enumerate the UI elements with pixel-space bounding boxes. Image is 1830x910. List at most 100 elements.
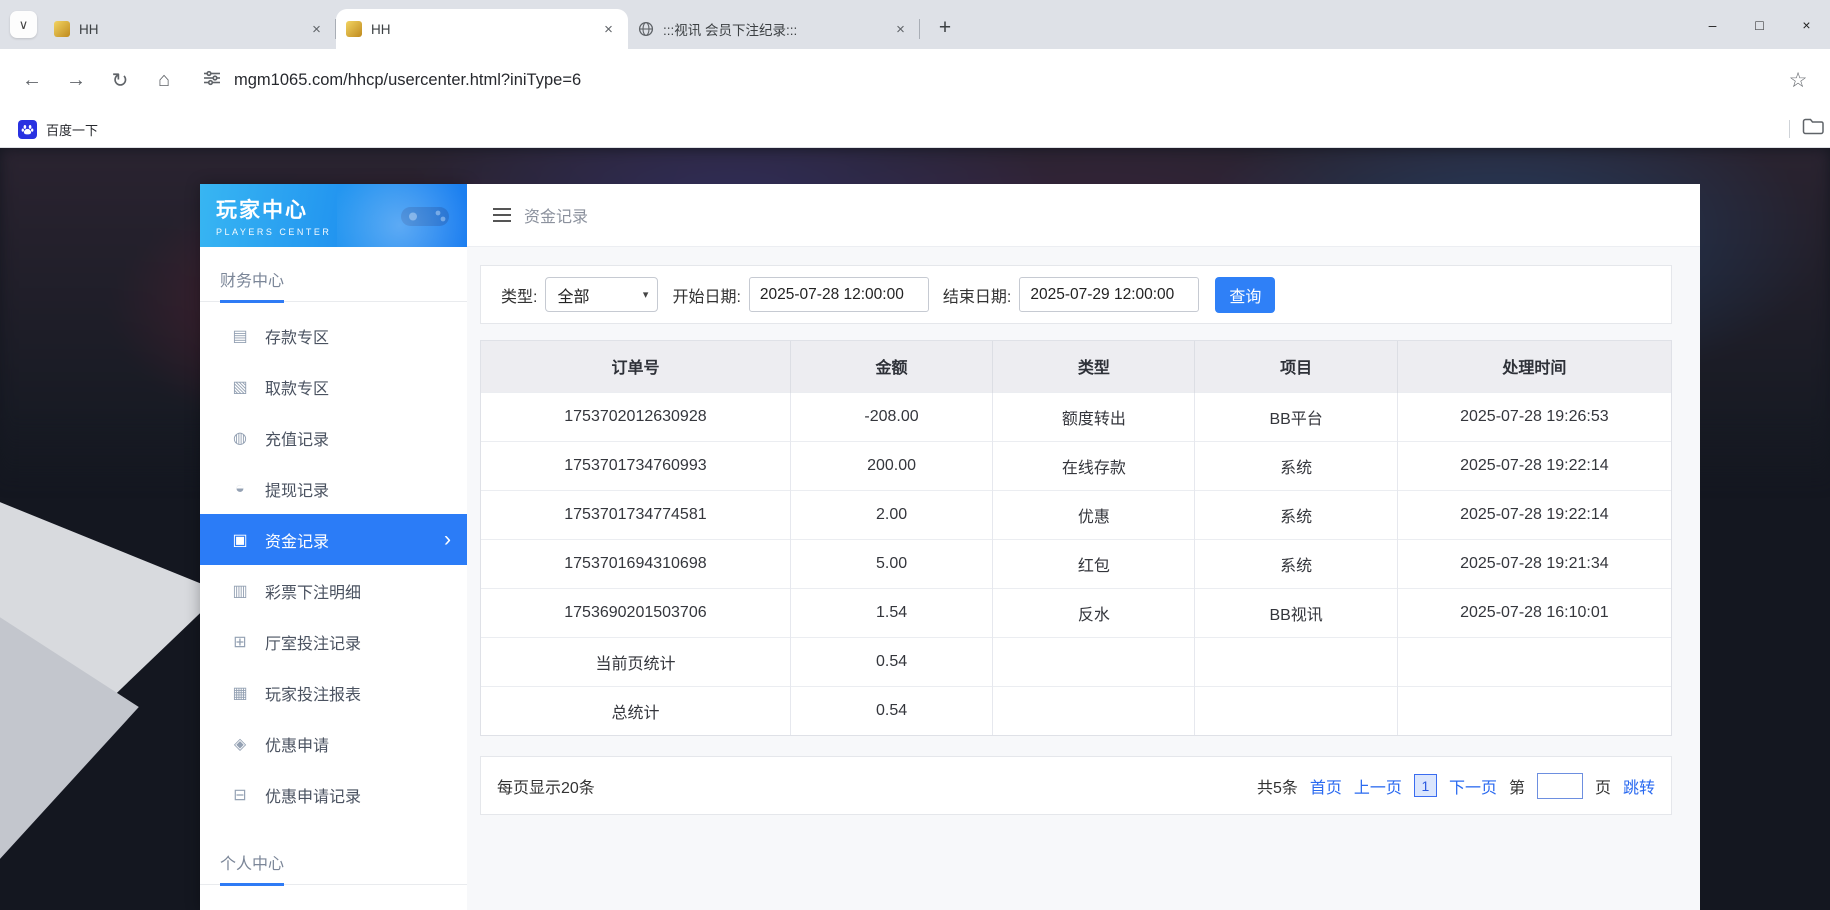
tab-hh-2-active[interactable]: HH × [336, 9, 628, 49]
sidebar-item-deposit-zone[interactable]: ▤ 存款专区 [200, 310, 467, 361]
bookmarks-right [1789, 118, 1824, 140]
cell-time: 2025-07-28 19:21:34 [1397, 539, 1671, 588]
table-row: 1753701734774581 2.00 优惠 系统 2025-07-28 1… [481, 490, 1671, 539]
deposit-icon: ▤ [230, 326, 250, 346]
filter-bar: 类型: 全部 ▾ 开始日期: 结束日期: 查询 [480, 265, 1672, 324]
funds-table-wrap: 订单号 金额 类型 项目 处理时间 1753702012630928 -208.… [480, 340, 1672, 736]
summary-amount: 0.54 [790, 686, 992, 735]
sidebar-item-hall-bet-records[interactable]: ⊞ 厅室投注记录 [200, 616, 467, 667]
table-row: 1753701734760993 200.00 在线存款 系统 2025-07-… [481, 441, 1671, 490]
page-title: 资金记录 [524, 203, 588, 227]
jump-button[interactable]: 跳转 [1623, 774, 1655, 798]
cell-amount: 1.54 [790, 588, 992, 637]
jump-page-input[interactable] [1537, 773, 1583, 799]
other-bookmarks-folder-icon[interactable] [1802, 118, 1824, 140]
cell-time: 2025-07-28 19:26:53 [1397, 392, 1671, 441]
menu-label: 消息公告 [265, 907, 329, 910]
sidebar-item-promo-application-records[interactable]: ⊟ 优惠申请记录 [200, 769, 467, 820]
prev-page-link[interactable]: 上一页 [1354, 774, 1402, 798]
summary-label: 当前页统计 [481, 637, 790, 686]
home-icon[interactable]: ⌂ [144, 60, 184, 100]
col-amount: 金额 [790, 341, 992, 392]
page-background: 玩家中心 PLAYERS CENTER 财务中心 ▤ 存款专区 ▧ 取款专区 ◍… [0, 148, 1830, 910]
sidebar-item-promo-application[interactable]: ◈ 优惠申请 [200, 718, 467, 769]
per-page-text: 每页显示20条 [497, 774, 595, 798]
tab-close-icon[interactable]: × [599, 20, 618, 39]
section-label: 个人中心 [220, 850, 284, 886]
lottery-icon: ▥ [230, 581, 250, 601]
hall-bet-icon: ⊞ [230, 632, 250, 652]
col-project: 项目 [1195, 341, 1397, 392]
funds-records-panel: 资金记录 类型: 全部 ▾ 开始日期: 结束日期: 查询 [467, 184, 1700, 910]
cell-type: 在线存款 [993, 441, 1195, 490]
close-window-button[interactable]: × [1783, 0, 1830, 49]
new-tab-button[interactable]: + [930, 13, 960, 43]
col-order-id: 订单号 [481, 341, 790, 392]
site-info-icon[interactable] [202, 68, 222, 93]
table-row: 1753701694310698 5.00 红包 系统 2025-07-28 1… [481, 539, 1671, 588]
recharge-icon: ◍ [230, 428, 250, 448]
cell-order-id: 1753701734774581 [481, 490, 790, 539]
end-date-input[interactable] [1019, 277, 1199, 312]
cell-order-id: 1753702012630928 [481, 392, 790, 441]
pagination-controls: 共5条 首页 上一页 1 下一页 第 页 跳转 [1257, 773, 1655, 799]
sidebar-item-message-announcements[interactable]: ♙ 消息公告 [200, 893, 467, 910]
menu-label: 优惠申请 [265, 732, 329, 756]
tab-video-records[interactable]: :::视讯 会员下注纪录::: × [628, 9, 920, 49]
menu-hamburger-icon[interactable] [493, 208, 511, 222]
funds-icon: ▣ [230, 530, 250, 550]
hh-favicon-icon [54, 21, 70, 37]
cell-type: 红包 [993, 539, 1195, 588]
summary-row-total: 总统计 0.54 [481, 686, 1671, 735]
current-page-badge[interactable]: 1 [1414, 774, 1437, 797]
bookmark-baidu[interactable]: 百度一下 [12, 120, 104, 139]
address-bar[interactable]: mgm1065.com/hhcp/usercenter.html?iniType… [188, 59, 1774, 101]
cell-project: 系统 [1195, 441, 1397, 490]
browser-toolbar: ← → ↻ ⌂ mgm1065.com/hhcp/usercenter.html… [0, 49, 1830, 111]
search-button[interactable]: 查询 [1215, 277, 1275, 313]
jump-suffix-text: 页 [1595, 774, 1611, 798]
minimize-button[interactable]: – [1689, 0, 1736, 49]
report-icon: ▦ [230, 683, 250, 703]
sidebar-item-cashout-records[interactable]: ◒ 提现记录 [200, 463, 467, 514]
end-date-label: 结束日期: [943, 283, 1011, 307]
finance-menu: ▤ 存款专区 ▧ 取款专区 ◍ 充值记录 ◒ 提现记录 ▣ 资金记录 › ▥ [200, 302, 467, 820]
cell-project: 系统 [1195, 490, 1397, 539]
baidu-favicon-icon [18, 120, 37, 139]
sidebar-item-funds-records[interactable]: ▣ 资金记录 › [200, 514, 467, 565]
tab-close-icon[interactable]: × [307, 20, 326, 39]
section-finance-center: 财务中心 [200, 247, 467, 302]
first-page-link[interactable]: 首页 [1310, 774, 1342, 798]
cell-order-id: 1753690201503706 [481, 588, 790, 637]
type-select-value: 全部 [557, 283, 589, 307]
col-type: 类型 [993, 341, 1195, 392]
sidebar-item-lottery-bet-details[interactable]: ▥ 彩票下注明细 [200, 565, 467, 616]
reload-icon[interactable]: ↻ [100, 60, 140, 100]
cell-time: 2025-07-28 19:22:14 [1397, 490, 1671, 539]
tab-hh-1[interactable]: HH × [44, 9, 336, 49]
sidebar-item-recharge-records[interactable]: ◍ 充值记录 [200, 412, 467, 463]
url-text[interactable]: mgm1065.com/hhcp/usercenter.html?iniType… [234, 71, 581, 90]
cell-type: 优惠 [993, 490, 1195, 539]
forward-icon[interactable]: → [56, 60, 96, 100]
tab-label: HH [371, 22, 590, 37]
type-select[interactable]: 全部 ▾ [545, 277, 658, 312]
summary-label: 总统计 [481, 686, 790, 735]
promo-icon: ◈ [230, 734, 250, 754]
start-date-input[interactable] [749, 277, 929, 312]
sidebar-item-withdraw-zone[interactable]: ▧ 取款专区 [200, 361, 467, 412]
summary-amount: 0.54 [790, 637, 992, 686]
player-center-sidebar: 玩家中心 PLAYERS CENTER 财务中心 ▤ 存款专区 ▧ 取款专区 ◍… [200, 184, 467, 910]
cell-type: 额度转出 [993, 392, 1195, 441]
sidebar-item-player-bet-report[interactable]: ▦ 玩家投注报表 [200, 667, 467, 718]
tab-search-chevron-icon[interactable]: ∨ [10, 11, 37, 38]
bookmark-star-icon[interactable]: ☆ [1778, 60, 1818, 100]
back-icon[interactable]: ← [12, 60, 52, 100]
sidebar-header: 玩家中心 PLAYERS CENTER [200, 184, 467, 247]
next-page-link[interactable]: 下一页 [1449, 774, 1497, 798]
cell-amount: 5.00 [790, 539, 992, 588]
maximize-button[interactable]: □ [1736, 0, 1783, 49]
menu-label: 彩票下注明细 [265, 579, 361, 603]
tab-close-icon[interactable]: × [891, 20, 910, 39]
cell-order-id: 1753701694310698 [481, 539, 790, 588]
